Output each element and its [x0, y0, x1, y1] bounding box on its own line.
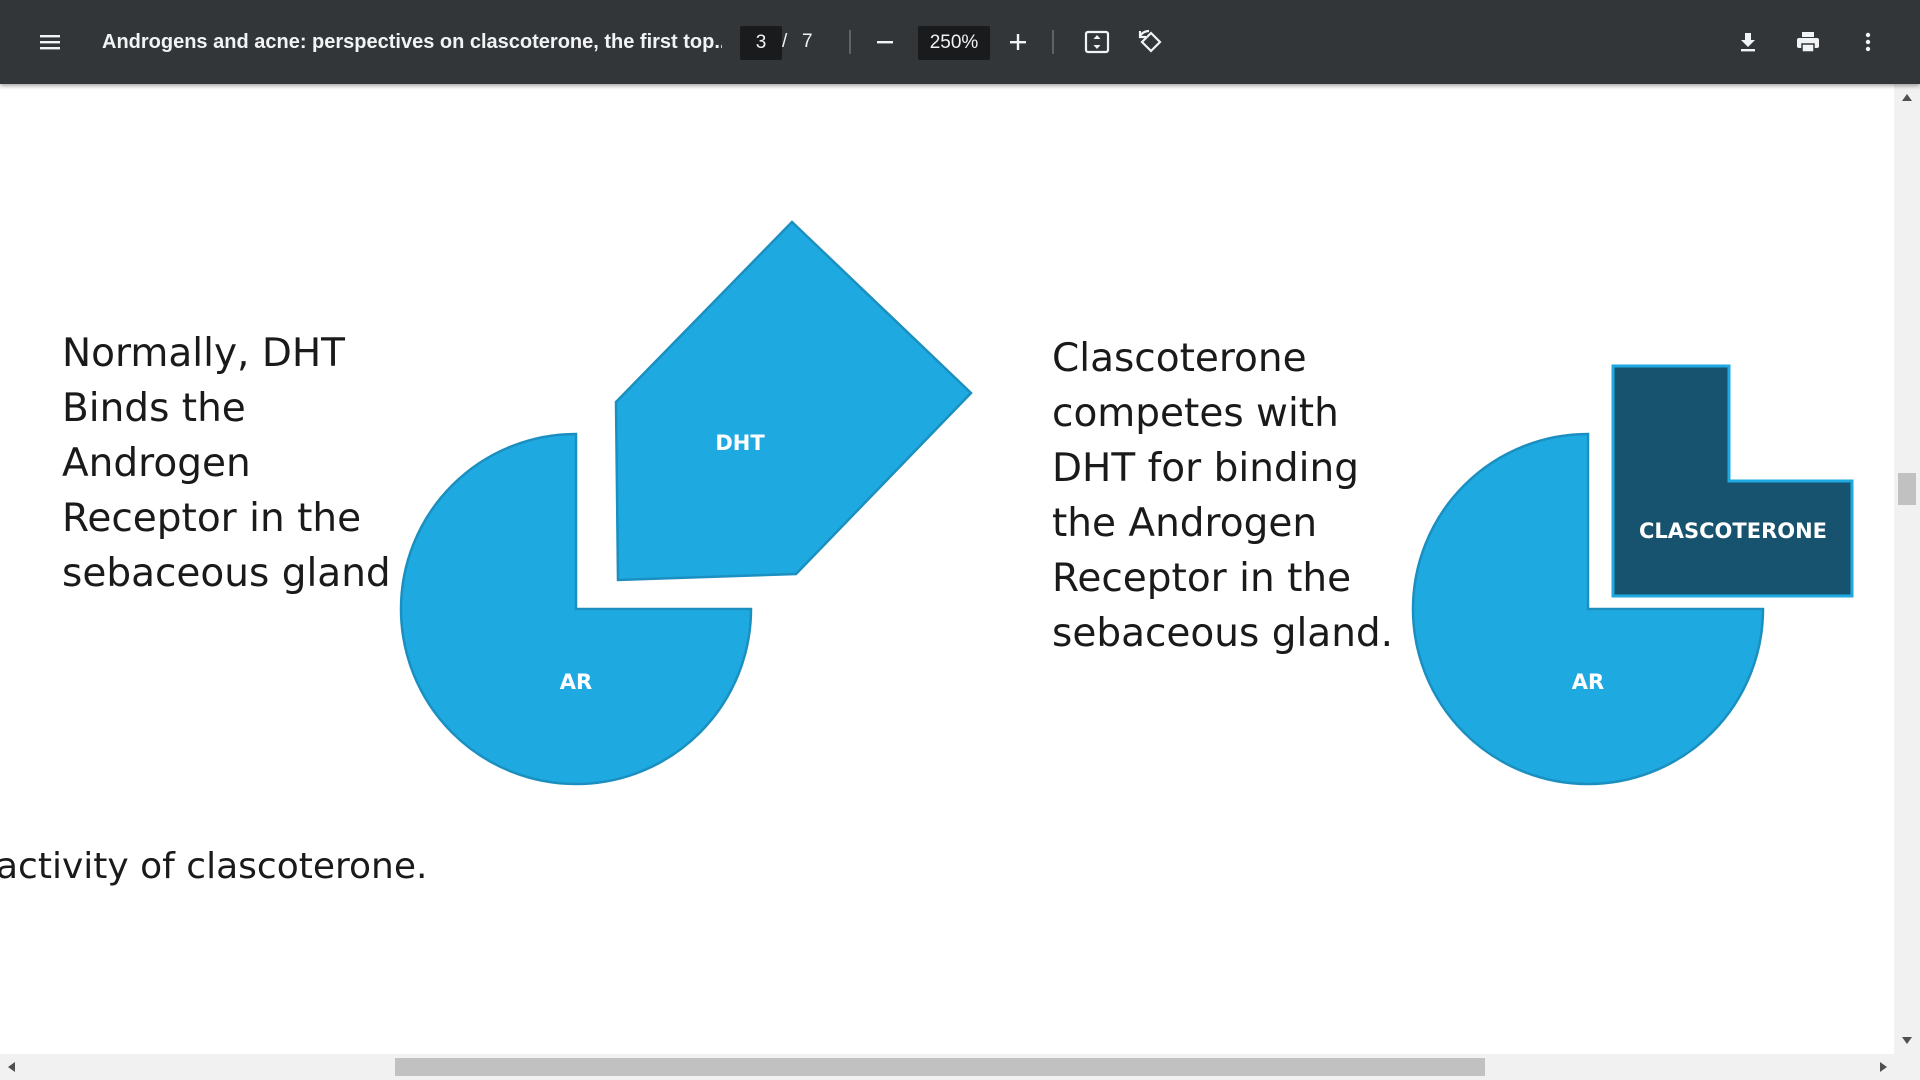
zoom-out-button[interactable] — [861, 18, 909, 66]
rotate-icon[interactable] — [1127, 18, 1175, 66]
scroll-down-arrow-icon[interactable] — [1902, 1037, 1912, 1044]
fit-to-page-icon[interactable] — [1073, 18, 1121, 66]
total-pages: 7 — [802, 31, 813, 52]
hamburger-menu-icon[interactable] — [26, 18, 74, 66]
dht-label: DHT — [715, 431, 765, 455]
clascoterone-label: CLASCOTERONE — [1639, 519, 1827, 543]
scroll-right-arrow-icon[interactable] — [1880, 1062, 1887, 1072]
zoom-in-button[interactable] — [994, 18, 1042, 66]
horizontal-scroll-thumb[interactable] — [395, 1058, 1485, 1076]
scroll-up-arrow-icon[interactable] — [1902, 94, 1912, 101]
vertical-scrollbar[interactable] — [1894, 84, 1920, 1054]
vertical-scroll-thumb[interactable] — [1898, 473, 1916, 505]
clascoterone-molecule-shape — [1611, 364, 1854, 598]
download-icon[interactable] — [1724, 18, 1772, 66]
page-number-input[interactable] — [740, 26, 782, 60]
toolbar-divider — [849, 30, 851, 54]
scroll-left-arrow-icon[interactable] — [8, 1062, 15, 1072]
plus-icon — [1010, 34, 1026, 50]
minus-icon — [877, 41, 893, 44]
ar-label-left: AR — [560, 670, 592, 694]
bottom-caption: activity of clascoterone. — [0, 842, 427, 892]
toolbar-divider — [1052, 30, 1054, 54]
diagram-canvas: AR DHT AR CLASCOTERONE — [399, 220, 1854, 786]
ar-label-right: AR — [1572, 670, 1604, 694]
dht-molecule-shape — [614, 220, 973, 582]
more-vertical-icon[interactable] — [1844, 18, 1892, 66]
page-separator: / — [782, 31, 788, 52]
document-title: Androgens and acne: perspectives on clas… — [102, 30, 722, 53]
print-icon[interactable] — [1784, 18, 1832, 66]
bottom-caption-line: activity of clascoterone. — [0, 846, 428, 887]
horizontal-scrollbar[interactable] — [0, 1054, 1920, 1080]
zoom-level-input[interactable] — [918, 26, 990, 60]
pdf-toolbar: Androgens and acne: perspectives on clas… — [0, 0, 1920, 84]
pdf-page-view: Normally, DHT Binds the Androgen Recepto… — [0, 84, 1894, 1054]
